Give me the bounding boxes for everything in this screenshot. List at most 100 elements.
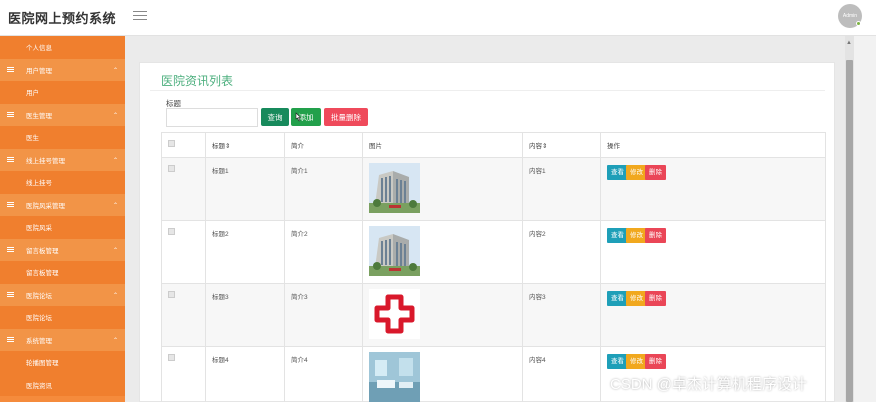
sidebar-group-5[interactable]: 线上挂号管理 ⌃ [0,148,125,171]
chevron-up-icon: ⌃ [113,157,119,164]
edit-button[interactable]: 修改 [626,165,647,180]
cell-image [362,220,523,284]
edit-button[interactable]: 修改 [626,228,647,243]
sidebar-group-11[interactable]: 医院论坛 ⌃ [0,283,125,306]
chevron-up-icon: ⌃ [113,67,119,74]
red-cross-image [369,289,420,339]
sidebar-item-label: 医生管理 [26,112,52,120]
cell-content: 内容2 [522,220,601,284]
row-checkbox[interactable] [168,291,175,298]
cell-image [362,346,523,402]
sidebar-group-13[interactable]: 系统管理 ⌃ [0,328,125,351]
row-checkbox[interactable] [168,354,175,361]
view-button[interactable]: 查看 [607,228,628,243]
page-title: 医院资讯列表 [161,74,234,88]
row-select-cell [161,283,206,347]
sidebar-group-3[interactable]: 医生管理 ⌃ [0,103,125,126]
chevron-up-icon: ⌃ [113,112,119,119]
sidebar-item-10[interactable]: 留言板管理 [0,261,125,284]
list-icon [7,156,14,163]
sidebar-group-1[interactable]: 用户管理 ⌃ [0,58,125,81]
sidebar-item-label: 医院论坛 [26,292,52,300]
cell-title: 标题2 [205,220,285,284]
list-icon [7,201,14,208]
row-checkbox[interactable] [168,228,175,235]
row-select-cell [161,346,206,402]
table-row: 标题3 简介3 内容3 查看 修改 删除 [161,283,826,347]
cell-intro: 简介1 [284,157,363,221]
cell-content: 内容4 [522,346,601,402]
sidebar-item-4[interactable]: 医生 [0,126,125,149]
list-icon [7,111,14,118]
scrollbar-thumb[interactable] [846,60,853,402]
list-icon [7,246,14,253]
sidebar-item-8[interactable]: 医院风采 [0,216,125,239]
sidebar-item-label: 用户管理 [26,67,52,75]
sidebar-item-label: 医院风采 [26,225,52,233]
cell-actions: 查看 修改 删除 [600,283,826,347]
sidebar-item-label: 留言板管理 [26,247,59,255]
table-row: 标题1 简介1 内容1 查看 修改 删除 [161,157,826,221]
ward-room-image [369,352,420,402]
column-header-title[interactable]: 标题⇕ [205,132,285,158]
chevron-up-icon: ⌃ [113,292,119,299]
table-row: 标题2 简介2 内容2 查看 修改 删除 [161,220,826,284]
batch-delete-button[interactable]: 批量删除 [324,108,368,126]
sidebar-item-2[interactable]: 用户 [0,81,125,104]
select-all-checkbox[interactable] [168,140,175,147]
hospital-building-image [369,163,420,213]
cell-title: 标题1 [205,157,285,221]
menu-toggle-icon[interactable] [133,8,147,22]
sidebar-item-12[interactable]: 医院论坛 [0,306,125,329]
cell-actions: 查看 修改 删除 [600,157,826,221]
column-header-image: 图片 [362,132,523,158]
list-icon [7,66,14,73]
view-button[interactable]: 查看 [607,354,628,369]
sidebar-item-14[interactable]: 轮播图管理 [0,351,125,374]
sidebar-item-label: 医院风采管理 [26,202,65,210]
sidebar-item-0[interactable]: 个人信息 [0,36,125,59]
row-select-cell [161,220,206,284]
sidebar-item-label: 医生 [26,135,39,143]
cell-image [362,157,523,221]
view-button[interactable]: 查看 [607,291,628,306]
sidebar-item-label: 线上挂号管理 [26,157,65,165]
search-input[interactable] [166,108,258,127]
hospital-building-image [369,226,420,276]
edit-button[interactable]: 修改 [626,354,647,369]
cell-image [362,283,523,347]
chevron-up-icon: ⌃ [113,202,119,209]
cell-actions: 查看 修改 删除 [600,220,826,284]
scroll-up-arrow-icon[interactable]: ▲ [846,40,852,46]
cell-intro: 简介4 [284,346,363,402]
chevron-up-icon: ⌃ [113,247,119,254]
top-bar: 医院网上预约系统 Admin [0,0,876,36]
row-checkbox[interactable] [168,165,175,172]
sidebar-item-label: 用户 [26,90,39,98]
sidebar-item-label: 系统管理 [26,337,52,345]
sidebar-item-6[interactable]: 线上挂号 [0,171,125,194]
edit-button[interactable]: 修改 [626,291,647,306]
view-button[interactable]: 查看 [607,165,628,180]
table-header-row: 标题⇕ 简介 图片 内容⇕ 操作 [161,132,826,158]
list-icon [7,291,14,298]
delete-button[interactable]: 删除 [645,228,666,243]
news-table: 标题⇕ 简介 图片 内容⇕ 操作 标题1 简介1 内容1 查看 修改 删除 标题2 简介2 内容… [161,132,826,402]
sidebar-group-7[interactable]: 医院风采管理 ⌃ [0,193,125,216]
cell-content: 内容1 [522,157,601,221]
chevron-up-icon: ⌃ [113,337,119,344]
watermark: CSDN @卓杰计算机程序设计 [610,376,807,393]
delete-button[interactable]: 删除 [645,354,666,369]
delete-button[interactable]: 删除 [645,165,666,180]
sidebar-group-9[interactable]: 留言板管理 ⌃ [0,238,125,261]
list-icon [7,336,14,343]
sidebar-item-15[interactable]: 医院资讯 [0,373,125,396]
column-header-content[interactable]: 内容⇕ [522,132,601,158]
sidebar-item-label: 留言板管理 [26,270,59,278]
cell-title: 标题4 [205,346,285,402]
delete-button[interactable]: 删除 [645,291,666,306]
sidebar-item-label: 医院论坛 [26,315,52,323]
search-button[interactable]: 查询 [261,108,289,126]
cell-intro: 简介2 [284,220,363,284]
column-header-actions: 操作 [600,132,826,158]
